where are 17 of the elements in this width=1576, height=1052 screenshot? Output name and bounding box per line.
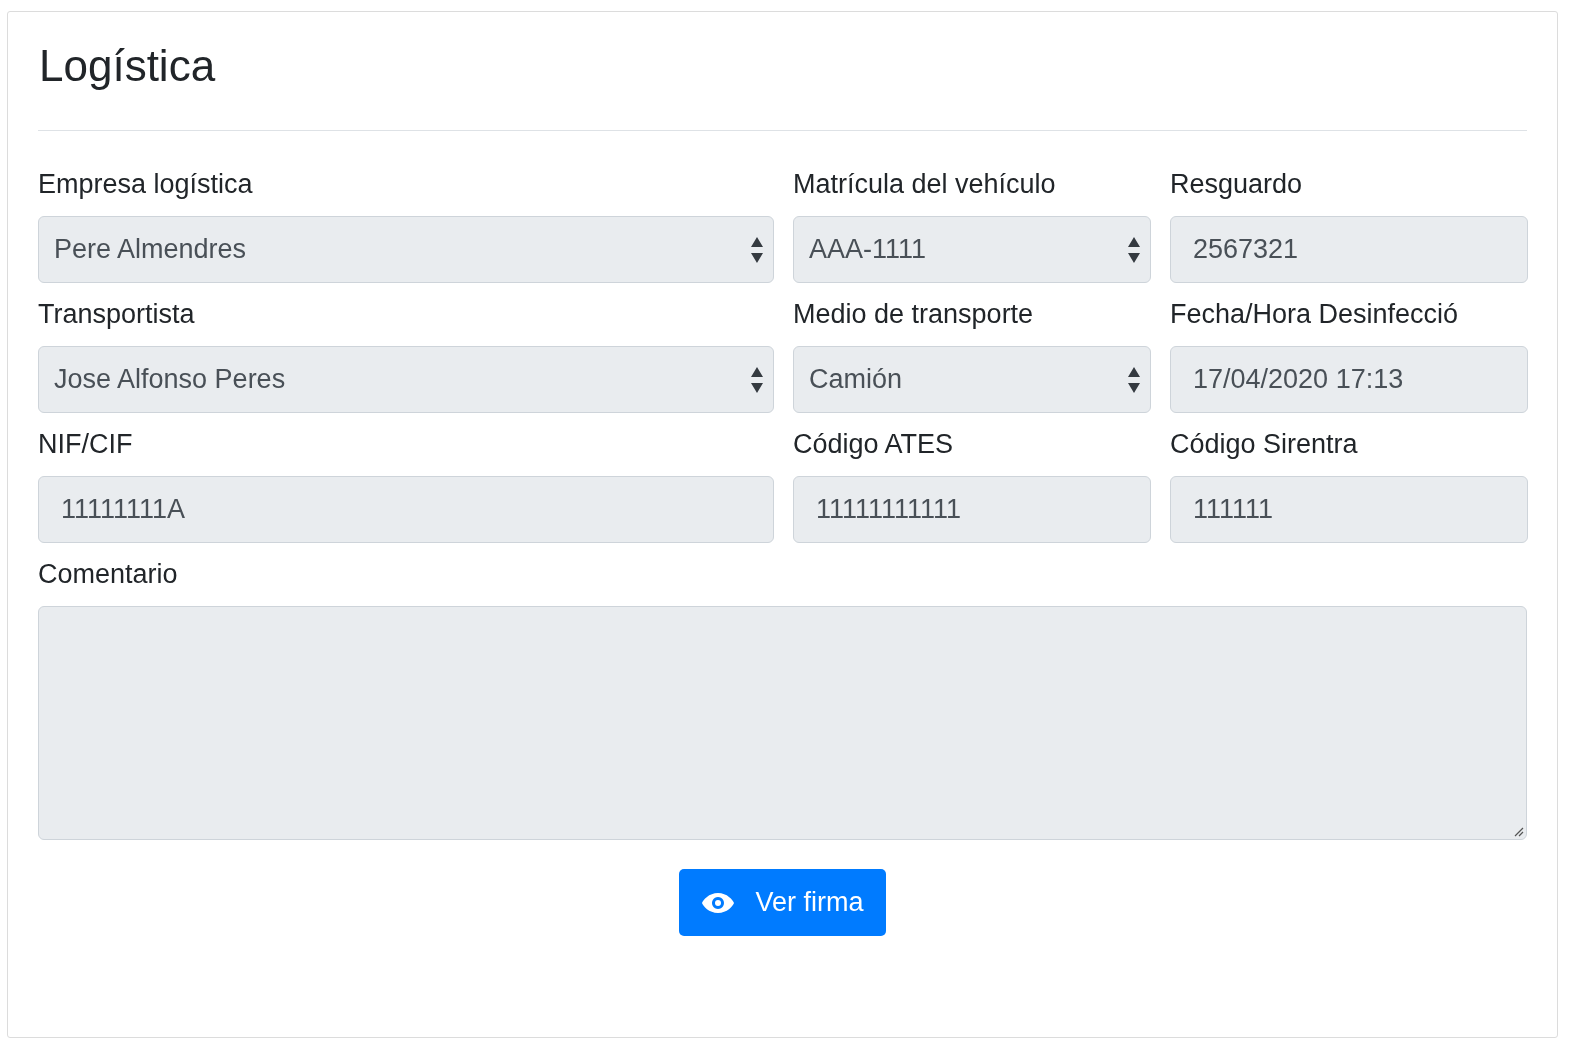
field-label: Fecha/Hora Desinfecció bbox=[1170, 298, 1460, 331]
field-label: Código Sirentra bbox=[1170, 428, 1359, 461]
sort-arrows-icon bbox=[751, 365, 763, 394]
field-label: Comentario bbox=[38, 558, 178, 591]
view-signature-button[interactable]: Ver firma bbox=[679, 869, 886, 936]
card-title: Logística bbox=[39, 42, 217, 90]
field-label: Medio de transporte bbox=[793, 298, 1035, 331]
sort-arrows-icon bbox=[1128, 235, 1140, 264]
field-label: NIF/CIF bbox=[38, 428, 134, 461]
field-label: Transportista bbox=[38, 298, 196, 331]
eye-icon bbox=[701, 891, 736, 914]
field-label: Empresa logística bbox=[38, 168, 254, 201]
field-label: Resguardo bbox=[1170, 168, 1304, 201]
field-label: Código ATES bbox=[793, 428, 955, 461]
field-label: Matrícula del vehículo bbox=[793, 168, 1057, 201]
sort-arrows-icon bbox=[751, 235, 763, 264]
sort-arrows-icon bbox=[1128, 365, 1140, 394]
